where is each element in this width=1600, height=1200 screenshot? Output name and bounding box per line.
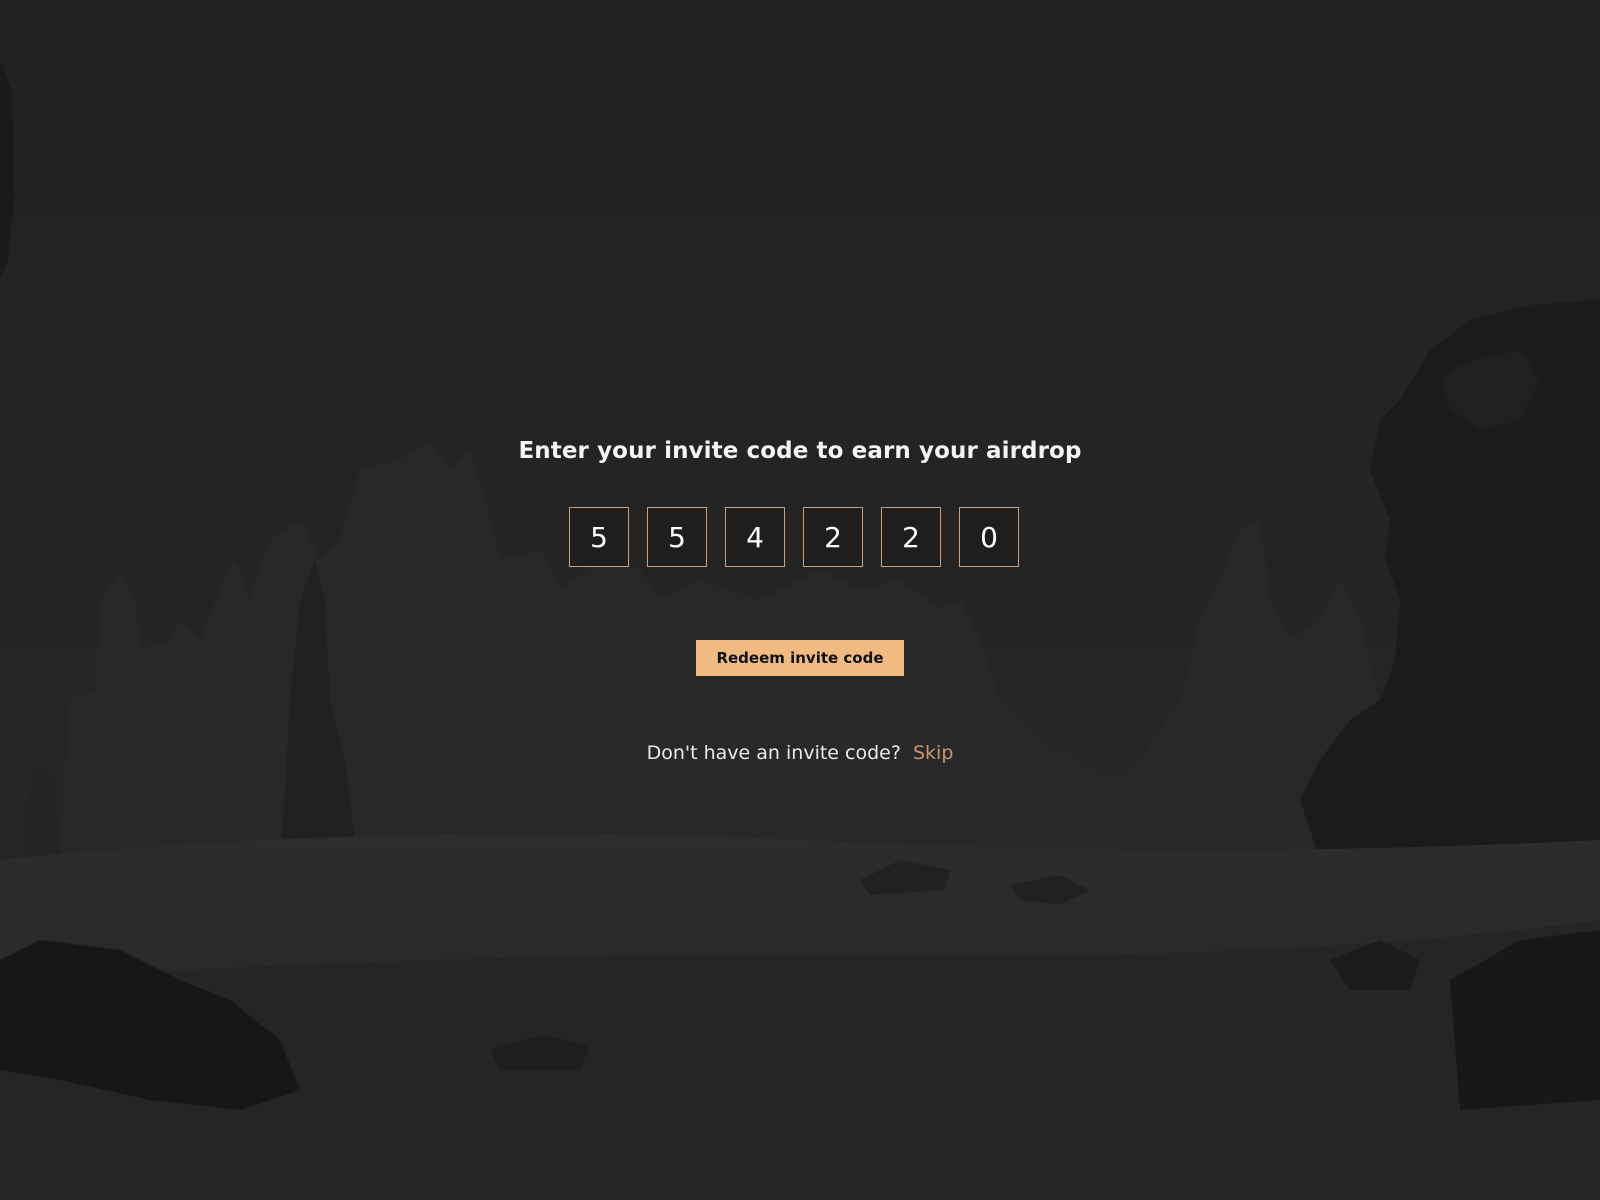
page-title: Enter your invite code to earn your aird… [518, 438, 1082, 464]
no-invite-code-text: Don't have an invite code? [646, 742, 901, 764]
invite-code-digit-5[interactable] [881, 507, 941, 567]
invite-code-digit-6[interactable] [959, 507, 1019, 567]
invite-code-digit-2[interactable] [647, 507, 707, 567]
no-invite-code-row: Don't have an invite code? Skip [0, 740, 1600, 766]
invite-code-page: Enter your invite code to earn your aird… [0, 0, 1600, 1200]
invite-code-digit-4[interactable] [803, 507, 863, 567]
redeem-invite-code-button[interactable]: Redeem invite code [696, 640, 904, 676]
invite-code-inputs [569, 507, 1032, 569]
invite-code-digit-3[interactable] [725, 507, 785, 567]
skip-link[interactable]: Skip [913, 742, 953, 764]
invite-code-panel: Enter your invite code to earn your aird… [0, 0, 1600, 1200]
invite-code-digit-1[interactable] [569, 507, 629, 567]
